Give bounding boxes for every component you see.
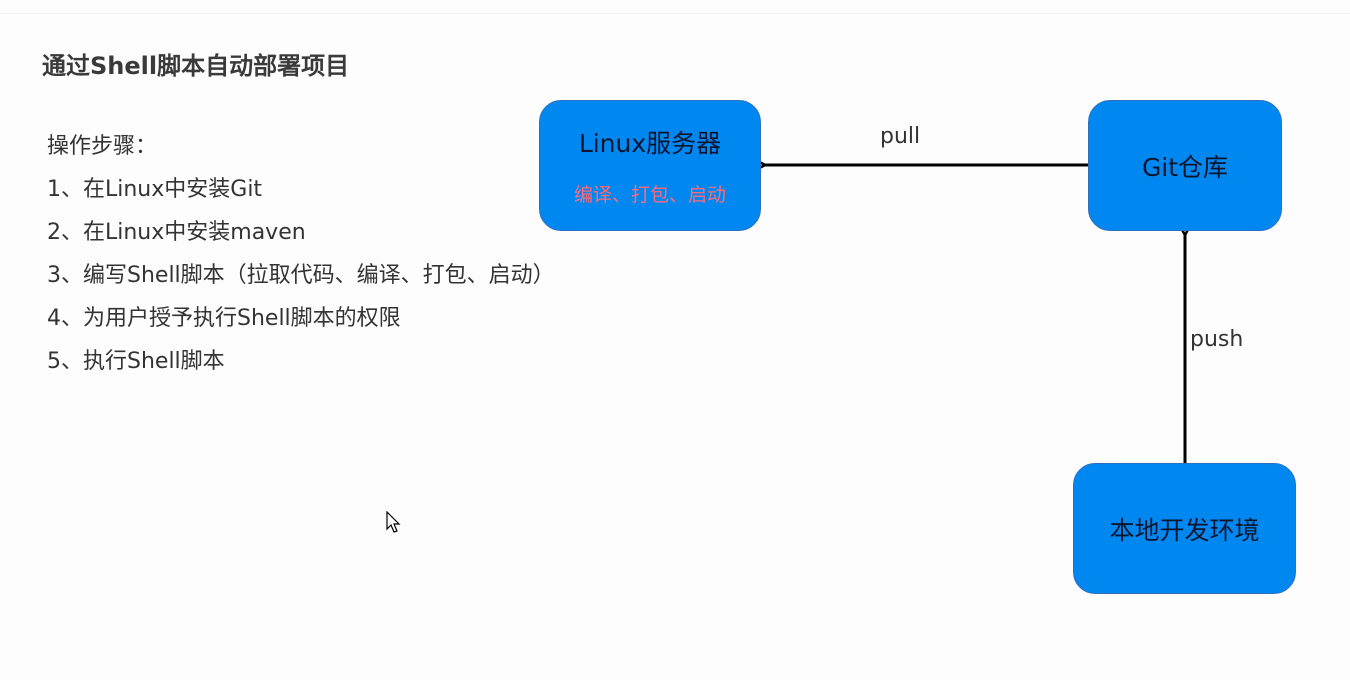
mouse-cursor-icon <box>386 511 401 533</box>
local-env-node: 本地开发环境 <box>1073 463 1296 594</box>
local-env-label: 本地开发环境 <box>1109 515 1260 545</box>
push-label: push <box>1190 327 1244 352</box>
git-repo-node: Git仓库 <box>1088 100 1282 231</box>
linux-server-label: Linux服务器 <box>578 129 722 158</box>
linux-server-sublabel: 编译、打包、启动 <box>573 184 726 206</box>
git-repo-label: Git仓库 <box>1141 152 1229 182</box>
linux-server-node: Linux服务器 编译、打包、启动 <box>539 100 761 231</box>
pull-label: pull <box>880 124 921 149</box>
